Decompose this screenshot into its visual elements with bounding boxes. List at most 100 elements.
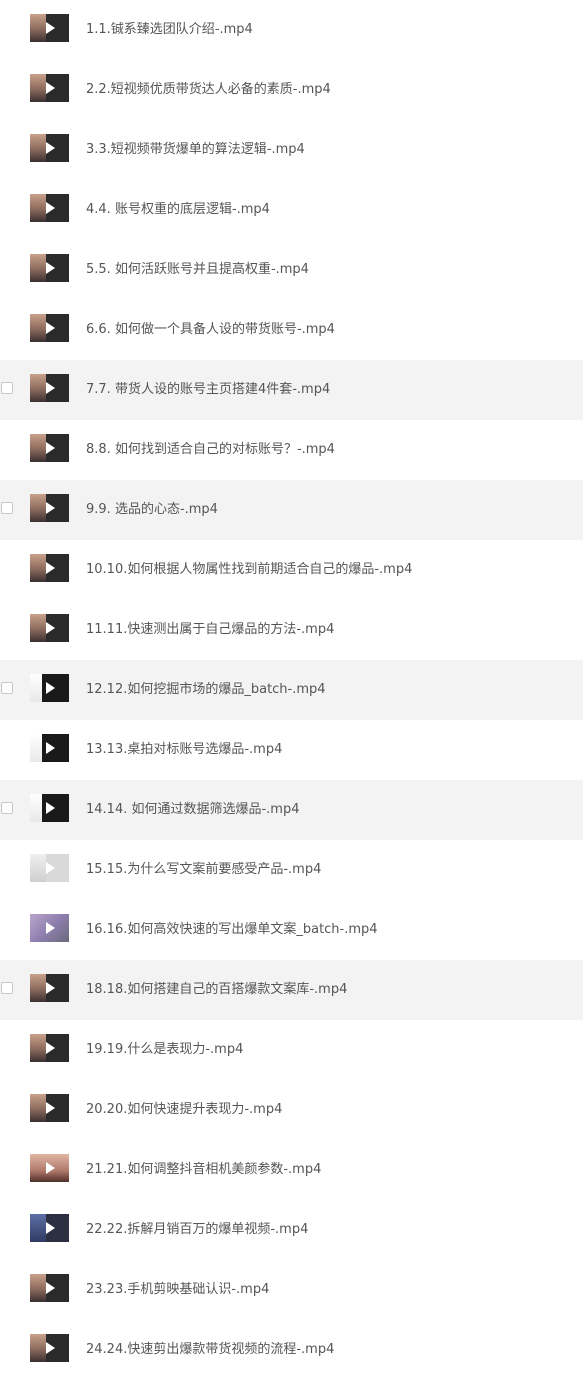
- file-row[interactable]: 24.24.快速剪出爆款带货视频的流程-.mp4: [0, 1320, 583, 1380]
- file-row[interactable]: 4.4. 账号权重的底层逻辑-.mp4: [0, 180, 583, 240]
- file-row[interactable]: 18.18.如何搭建自己的百搭爆款文案库-.mp4: [0, 960, 583, 1020]
- file-name[interactable]: 23.23.手机剪映基础认识-.mp4: [86, 1260, 269, 1320]
- video-thumbnail-icon[interactable]: [30, 554, 69, 582]
- thumbnail-image: [30, 434, 46, 462]
- play-icon: [46, 262, 55, 274]
- play-icon: [46, 622, 55, 634]
- video-thumbnail-icon[interactable]: [30, 674, 69, 702]
- thumbnail-image: [30, 1034, 46, 1062]
- file-name[interactable]: 16.16.如何高效快速的写出爆单文案_batch-.mp4: [86, 900, 378, 960]
- file-row[interactable]: 21.21.如何调整抖音相机美颜参数-.mp4: [0, 1140, 583, 1200]
- play-icon: [46, 562, 55, 574]
- video-thumbnail-icon[interactable]: [30, 1214, 69, 1242]
- file-name[interactable]: 7.7. 带货人设的账号主页搭建4件套-.mp4: [86, 360, 330, 420]
- file-row[interactable]: 6.6. 如何做一个具备人设的带货账号-.mp4: [0, 300, 583, 360]
- file-name[interactable]: 18.18.如何搭建自己的百搭爆款文案库-.mp4: [86, 960, 347, 1020]
- video-thumbnail-icon[interactable]: [30, 374, 69, 402]
- file-row[interactable]: 2.2.短视频优质带货达人必备的素质-.mp4: [0, 60, 583, 120]
- video-thumbnail-icon[interactable]: [30, 194, 69, 222]
- video-thumbnail-icon[interactable]: [30, 1274, 69, 1302]
- file-name[interactable]: 3.3.短视频带货爆单的算法逻辑-.mp4: [86, 120, 305, 180]
- play-icon: [46, 322, 55, 334]
- thumbnail-image: [30, 554, 46, 582]
- file-row[interactable]: 19.19.什么是表现力-.mp4: [0, 1020, 583, 1080]
- file-row[interactable]: 16.16.如何高效快速的写出爆单文案_batch-.mp4: [0, 900, 583, 960]
- file-row[interactable]: 9.9. 选品的心态-.mp4: [0, 480, 583, 540]
- file-name[interactable]: 24.24.快速剪出爆款带货视频的流程-.mp4: [86, 1320, 334, 1380]
- file-row[interactable]: 11.11.快速测出属于自己爆品的方法-.mp4: [0, 600, 583, 660]
- play-icon: [46, 1282, 55, 1294]
- file-row[interactable]: 13.13.桌拍对标账号选爆品-.mp4: [0, 720, 583, 780]
- video-thumbnail-icon[interactable]: [30, 734, 69, 762]
- video-thumbnail-icon[interactable]: [30, 494, 69, 522]
- play-icon: [46, 82, 55, 94]
- checkbox-icon[interactable]: [1, 682, 13, 694]
- thumbnail-image: [30, 1094, 46, 1122]
- file-name[interactable]: 10.10.如何根据人物属性找到前期适合自己的爆品-.mp4: [86, 540, 412, 600]
- file-row[interactable]: 14.14. 如何通过数据筛选爆品-.mp4: [0, 780, 583, 840]
- file-name[interactable]: 8.8. 如何找到适合自己的对标账号？-.mp4: [86, 420, 335, 480]
- file-name[interactable]: 9.9. 选品的心态-.mp4: [86, 480, 218, 540]
- thumbnail-image: [30, 314, 46, 342]
- video-thumbnail-icon[interactable]: [30, 1154, 69, 1182]
- play-icon: [46, 442, 55, 454]
- play-icon: [46, 1342, 55, 1354]
- video-thumbnail-icon[interactable]: [30, 854, 69, 882]
- video-thumbnail-icon[interactable]: [30, 1034, 69, 1062]
- file-row[interactable]: 7.7. 带货人设的账号主页搭建4件套-.mp4: [0, 360, 583, 420]
- video-thumbnail-icon[interactable]: [30, 434, 69, 462]
- checkbox-icon[interactable]: [1, 502, 13, 514]
- video-thumbnail-icon[interactable]: [30, 314, 69, 342]
- thumbnail-image: [30, 734, 42, 762]
- video-file-list: 1.1.铖系臻选团队介绍-.mp4 2.2.短视频优质带货达人必备的素质-.mp4…: [0, 0, 583, 1380]
- file-name[interactable]: 1.1.铖系臻选团队介绍-.mp4: [86, 0, 253, 60]
- file-name[interactable]: 11.11.快速测出属于自己爆品的方法-.mp4: [86, 600, 334, 660]
- file-row[interactable]: 5.5. 如何活跃账号并且提高权重-.mp4: [0, 240, 583, 300]
- thumbnail-image: [30, 194, 46, 222]
- file-name[interactable]: 14.14. 如何通过数据筛选爆品-.mp4: [86, 780, 300, 840]
- file-name[interactable]: 13.13.桌拍对标账号选爆品-.mp4: [86, 720, 282, 780]
- file-row[interactable]: 23.23.手机剪映基础认识-.mp4: [0, 1260, 583, 1320]
- video-thumbnail-icon[interactable]: [30, 134, 69, 162]
- play-icon: [46, 1102, 55, 1114]
- file-name[interactable]: 22.22.拆解月销百万的爆单视频-.mp4: [86, 1200, 308, 1260]
- checkbox-icon[interactable]: [1, 982, 13, 994]
- video-thumbnail-icon[interactable]: [30, 74, 69, 102]
- thumbnail-image: [30, 674, 42, 702]
- play-icon: [46, 1222, 55, 1234]
- file-name[interactable]: 15.15.为什么写文案前要感受产品-.mp4: [86, 840, 321, 900]
- play-icon: [46, 802, 55, 814]
- file-name[interactable]: 21.21.如何调整抖音相机美颜参数-.mp4: [86, 1140, 321, 1200]
- thumbnail-image: [30, 614, 46, 642]
- video-thumbnail-icon[interactable]: [30, 14, 69, 42]
- video-thumbnail-icon[interactable]: [30, 914, 69, 942]
- file-name[interactable]: 20.20.如何快速提升表现力-.mp4: [86, 1080, 282, 1140]
- video-thumbnail-icon[interactable]: [30, 254, 69, 282]
- thumbnail-image: [30, 254, 46, 282]
- play-icon: [46, 142, 55, 154]
- checkbox-icon[interactable]: [1, 802, 13, 814]
- file-name[interactable]: 19.19.什么是表现力-.mp4: [86, 1020, 243, 1080]
- file-name[interactable]: 5.5. 如何活跃账号并且提高权重-.mp4: [86, 240, 309, 300]
- file-row[interactable]: 1.1.铖系臻选团队介绍-.mp4: [0, 0, 583, 60]
- video-thumbnail-icon[interactable]: [30, 974, 69, 1002]
- file-row[interactable]: 3.3.短视频带货爆单的算法逻辑-.mp4: [0, 120, 583, 180]
- thumbnail-image: [30, 1334, 46, 1362]
- file-row[interactable]: 12.12.如何挖掘市场的爆品_batch-.mp4: [0, 660, 583, 720]
- file-row[interactable]: 8.8. 如何找到适合自己的对标账号？-.mp4: [0, 420, 583, 480]
- file-row[interactable]: 22.22.拆解月销百万的爆单视频-.mp4: [0, 1200, 583, 1260]
- play-icon: [46, 22, 55, 34]
- file-row[interactable]: 20.20.如何快速提升表现力-.mp4: [0, 1080, 583, 1140]
- file-row[interactable]: 15.15.为什么写文案前要感受产品-.mp4: [0, 840, 583, 900]
- file-row[interactable]: 10.10.如何根据人物属性找到前期适合自己的爆品-.mp4: [0, 540, 583, 600]
- file-name[interactable]: 6.6. 如何做一个具备人设的带货账号-.mp4: [86, 300, 335, 360]
- video-thumbnail-icon[interactable]: [30, 794, 69, 822]
- file-name[interactable]: 4.4. 账号权重的底层逻辑-.mp4: [86, 180, 270, 240]
- file-name[interactable]: 2.2.短视频优质带货达人必备的素质-.mp4: [86, 60, 331, 120]
- checkbox-icon[interactable]: [1, 382, 13, 394]
- video-thumbnail-icon[interactable]: [30, 614, 69, 642]
- play-icon: [46, 1042, 55, 1054]
- file-name[interactable]: 12.12.如何挖掘市场的爆品_batch-.mp4: [86, 660, 326, 720]
- video-thumbnail-icon[interactable]: [30, 1334, 69, 1362]
- video-thumbnail-icon[interactable]: [30, 1094, 69, 1122]
